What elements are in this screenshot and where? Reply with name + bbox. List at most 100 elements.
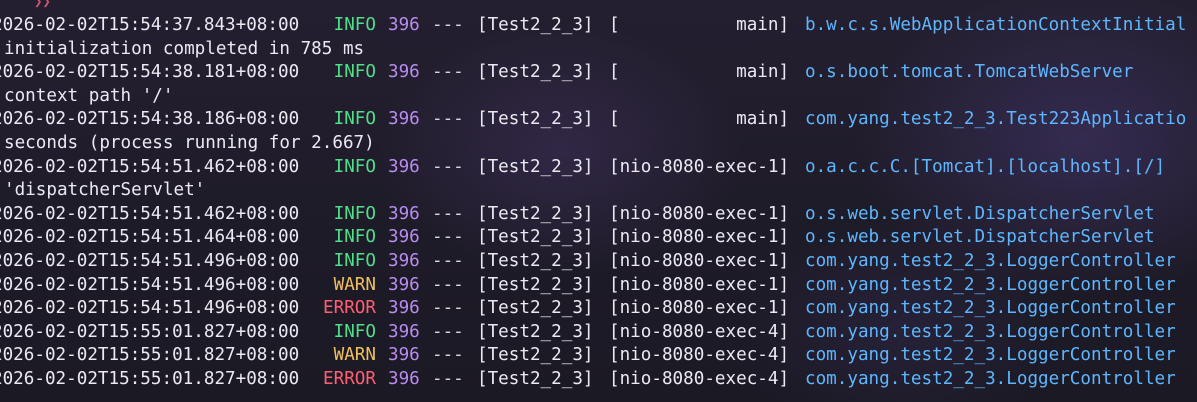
log-level-info: INFO bbox=[333, 156, 376, 177]
log-continuation-line: seconds (process running for 2.667) bbox=[0, 132, 1197, 156]
log-timestamp: 2026-02-02T15:54:51.496+08:00 bbox=[0, 274, 300, 295]
log-logger-name: com.yang.test2_2_3.LoggerController bbox=[805, 250, 1176, 271]
log-timestamp: 2026-02-02T15:54:51.496+08:00 bbox=[0, 298, 300, 319]
log-timestamp: 2026-02-02T15:55:01.827+08:00 bbox=[0, 321, 300, 342]
log-logger-name: o.a.c.c.C.[Tomcat].[localhost].[/] bbox=[805, 156, 1166, 177]
log-thread: [nio-8080-exec-4] bbox=[609, 345, 790, 366]
log-separator: --- bbox=[432, 15, 464, 35]
log-message-text: context path '/' bbox=[4, 85, 174, 106]
log-thread: [nio-8080-exec-1] bbox=[609, 227, 790, 248]
log-level-info: INFO bbox=[333, 109, 376, 130]
log-app-name: [Test2_2_3] bbox=[477, 250, 594, 271]
log-thread: [ main] bbox=[609, 15, 790, 35]
log-logger-name: o.s.boot.tomcat.TomcatWebServer bbox=[805, 62, 1134, 83]
log-thread: [nio-8080-exec-1] bbox=[609, 156, 790, 177]
log-level-info: INFO bbox=[333, 250, 376, 271]
log-timestamp: 2026-02-02T15:54:51.462+08:00 bbox=[0, 203, 300, 224]
log-app-name: [Test2_2_3] bbox=[477, 298, 594, 319]
log-logger-name: b.w.c.s.WebApplicationContextInitial bbox=[805, 15, 1187, 35]
log-entry-line: 2026-02-02T15:54:37.843+08:00 INFO 396 --- [… bbox=[0, 14, 1197, 38]
log-pid: 396 bbox=[388, 109, 420, 130]
log-level-warn: WARN bbox=[333, 345, 376, 366]
log-pid: 396 bbox=[388, 345, 420, 366]
log-timestamp: 2026-02-02T15:54:51.462+08:00 bbox=[0, 156, 300, 177]
log-separator: --- bbox=[432, 274, 464, 295]
log-app-name: [Test2_2_3] bbox=[477, 368, 594, 389]
log-logger-name: com.yang.test2_2_3.LoggerController bbox=[805, 274, 1176, 295]
log-entry-line: 2026-02-02T15:55:01.827+08:00 WARN 396 --- [… bbox=[0, 344, 1197, 368]
log-thread: [ main] bbox=[609, 62, 790, 83]
log-pid: 396 bbox=[388, 156, 420, 177]
log-thread: [nio-8080-exec-1] bbox=[609, 298, 790, 319]
log-logger-name: com.yang.test2_2_3.Test223Applicatio bbox=[805, 109, 1187, 130]
log-entry-line: 2026-02-02T15:54:51.464+08:00 INFO 396 --- [… bbox=[0, 226, 1197, 250]
log-entry-line: 2026-02-02T15:54:38.186+08:00 INFO 396 --- [… bbox=[0, 108, 1197, 132]
log-pid: 396 bbox=[388, 227, 420, 248]
log-level-info: INFO bbox=[333, 321, 376, 342]
log-pid: 396 bbox=[388, 203, 420, 224]
log-entry-line: 2026-02-02T15:54:51.496+08:00 INFO 396 --- [… bbox=[0, 250, 1197, 274]
log-pid: 396 bbox=[388, 298, 420, 319]
log-thread: [nio-8080-exec-1] bbox=[609, 203, 790, 224]
log-separator: --- bbox=[432, 298, 464, 319]
log-entry-line: 2026-02-02T15:54:51.462+08:00 INFO 396 --- [… bbox=[0, 156, 1197, 180]
log-level-info: INFO bbox=[333, 227, 376, 248]
log-pid: 396 bbox=[388, 321, 420, 342]
log-timestamp: 2026-02-02T15:54:51.464+08:00 bbox=[0, 227, 300, 248]
log-level-info: INFO bbox=[333, 203, 376, 224]
log-level-info: INFO bbox=[333, 62, 376, 83]
log-logger-name: o.s.web.servlet.DispatcherServlet bbox=[805, 227, 1155, 248]
log-separator: --- bbox=[432, 109, 464, 130]
log-separator: --- bbox=[432, 250, 464, 271]
log-message-text: initialization completed in 785 ms bbox=[4, 38, 365, 59]
log-pid: 396 bbox=[388, 62, 420, 83]
log-app-name: [Test2_2_3] bbox=[477, 15, 594, 35]
log-separator: --- bbox=[432, 227, 464, 248]
log-continuation-line: 'dispatcherServlet' bbox=[0, 179, 1197, 203]
log-separator: --- bbox=[432, 368, 464, 389]
log-app-name: [Test2_2_3] bbox=[477, 109, 594, 130]
log-timestamp: 2026-02-02T15:55:01.827+08:00 bbox=[0, 368, 300, 389]
log-thread: [nio-8080-exec-4] bbox=[609, 368, 790, 389]
log-app-name: [Test2_2_3] bbox=[477, 227, 594, 248]
log-level-error: ERROR bbox=[323, 298, 376, 319]
log-thread: [nio-8080-exec-1] bbox=[609, 250, 790, 271]
log-continuation-line: initialization completed in 785 ms bbox=[0, 38, 1197, 62]
log-timestamp: 2026-02-02T15:54:38.181+08:00 bbox=[0, 62, 300, 83]
log-app-name: [Test2_2_3] bbox=[477, 62, 594, 83]
log-logger-name: com.yang.test2_2_3.LoggerController bbox=[805, 345, 1176, 366]
log-logger-name: com.yang.test2_2_3.LoggerController bbox=[805, 368, 1176, 389]
log-thread: [nio-8080-exec-1] bbox=[609, 274, 790, 295]
log-entry-line: 2026-02-02T15:54:51.496+08:00 ERROR 396 ---… bbox=[0, 297, 1197, 321]
top-edge-glyph: ❯❯ bbox=[34, 0, 51, 10]
log-separator: --- bbox=[432, 156, 464, 177]
log-pid: 396 bbox=[388, 368, 420, 389]
log-app-name: [Test2_2_3] bbox=[477, 345, 594, 366]
top-edge-strip: ❯❯ bbox=[0, 0, 1197, 12]
log-separator: --- bbox=[432, 203, 464, 224]
log-message-text: 'dispatcherServlet' bbox=[4, 180, 206, 201]
log-app-name: [Test2_2_3] bbox=[477, 274, 594, 295]
console-output[interactable]: 2026-02-02T15:54:37.843+08:00 INFO 396 --- [… bbox=[0, 14, 1197, 402]
log-pid: 396 bbox=[388, 250, 420, 271]
log-logger-name: com.yang.test2_2_3.LoggerController bbox=[805, 321, 1176, 342]
log-entry-line: 2026-02-02T15:54:38.181+08:00 INFO 396 --- [… bbox=[0, 61, 1197, 85]
log-message-text: seconds (process running for 2.667) bbox=[4, 132, 375, 153]
log-app-name: [Test2_2_3] bbox=[477, 156, 594, 177]
log-level-warn: WARN bbox=[333, 274, 376, 295]
log-timestamp: 2026-02-02T15:54:51.496+08:00 bbox=[0, 250, 300, 271]
log-timestamp: 2026-02-02T15:55:01.827+08:00 bbox=[0, 345, 300, 366]
log-separator: --- bbox=[432, 345, 464, 366]
log-logger-name: com.yang.test2_2_3.LoggerController bbox=[805, 298, 1176, 319]
log-app-name: [Test2_2_3] bbox=[477, 203, 594, 224]
log-separator: --- bbox=[432, 321, 464, 342]
log-timestamp: 2026-02-02T15:54:37.843+08:00 bbox=[0, 15, 300, 35]
log-timestamp: 2026-02-02T15:54:38.186+08:00 bbox=[0, 109, 300, 130]
log-level-info: INFO bbox=[333, 15, 376, 35]
log-entry-line: 2026-02-02T15:54:51.496+08:00 WARN 396 --- [… bbox=[0, 274, 1197, 298]
log-separator: --- bbox=[432, 62, 464, 83]
log-pid: 396 bbox=[388, 15, 420, 35]
log-entry-line: 2026-02-02T15:54:51.462+08:00 INFO 396 --- [… bbox=[0, 203, 1197, 227]
log-level-error: ERROR bbox=[323, 368, 376, 389]
log-entry-line: 2026-02-02T15:55:01.827+08:00 ERROR 396 ---… bbox=[0, 368, 1197, 392]
